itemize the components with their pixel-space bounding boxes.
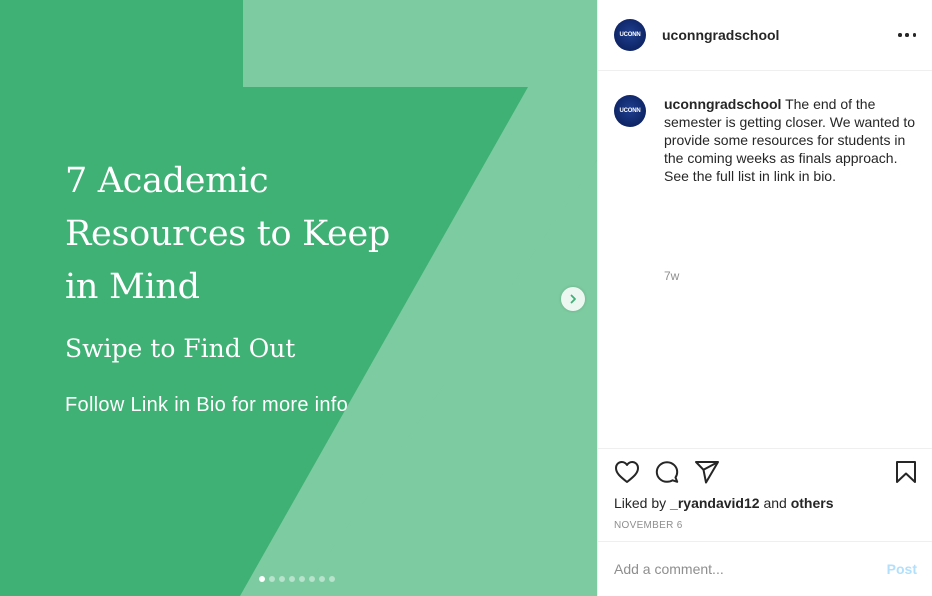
heart-icon	[615, 461, 639, 483]
header-username[interactable]: uconngradschool	[662, 27, 779, 43]
add-comment-bar: Post	[598, 541, 932, 596]
caption-time-ago[interactable]: 7w	[664, 269, 679, 283]
liked-by-others[interactable]: others	[791, 495, 834, 511]
caption-username[interactable]: uconngradschool	[664, 96, 781, 112]
slide-note: Follow Link in Bio for more info	[65, 394, 349, 416]
post-header: UCONN uconngradschool	[598, 0, 932, 71]
carousel-indicator	[259, 576, 335, 582]
carousel-dot	[299, 576, 305, 582]
next-slide-button[interactable]	[561, 287, 585, 311]
more-horizontal-icon	[898, 33, 902, 37]
carousel-dot	[309, 576, 315, 582]
carousel-dot	[319, 576, 325, 582]
carousel-dot	[259, 576, 265, 582]
post-details-panel: UCONN uconngradschool UCONN uconngradsch…	[597, 0, 932, 596]
share-icon	[695, 461, 719, 484]
more-options-button[interactable]	[898, 27, 916, 43]
comments-section: UCONN uconngradschool The end of the sem…	[598, 71, 932, 447]
avatar[interactable]: UCONN	[614, 19, 646, 51]
chevron-right-icon	[570, 294, 576, 304]
post-image[interactable]: 7 Academic Resources to Keep in Mind Swi…	[0, 0, 597, 596]
bookmark-icon	[896, 461, 916, 483]
comment-input[interactable]	[614, 561, 854, 577]
caption-avatar[interactable]: UCONN	[614, 95, 646, 127]
comment-button[interactable]	[654, 460, 680, 489]
share-button[interactable]	[694, 460, 720, 489]
action-icons	[598, 449, 932, 495]
carousel-dot	[279, 576, 285, 582]
post-actions: Liked by _ryandavid12 and others NOVEMBE…	[598, 448, 932, 531]
slide-subtitle: Swipe to Find Out	[65, 334, 296, 363]
post-date[interactable]: NOVEMBER 6	[614, 520, 683, 531]
caption: UCONN uconngradschool The end of the sem…	[614, 95, 924, 185]
carousel-dot	[269, 576, 275, 582]
carousel-dot	[289, 576, 295, 582]
carousel-dot	[329, 576, 335, 582]
liked-by: Liked by _ryandavid12 and others	[614, 495, 834, 511]
comment-icon	[655, 461, 679, 483]
like-button[interactable]	[614, 460, 640, 489]
post-comment-button[interactable]: Post	[887, 561, 917, 577]
caption-text: uconngradschool The end of the semester …	[664, 95, 924, 185]
save-button[interactable]	[895, 460, 917, 489]
slide-title: 7 Academic Resources to Keep in Mind	[65, 161, 390, 307]
liked-by-user[interactable]: _ryandavid12	[670, 495, 760, 511]
